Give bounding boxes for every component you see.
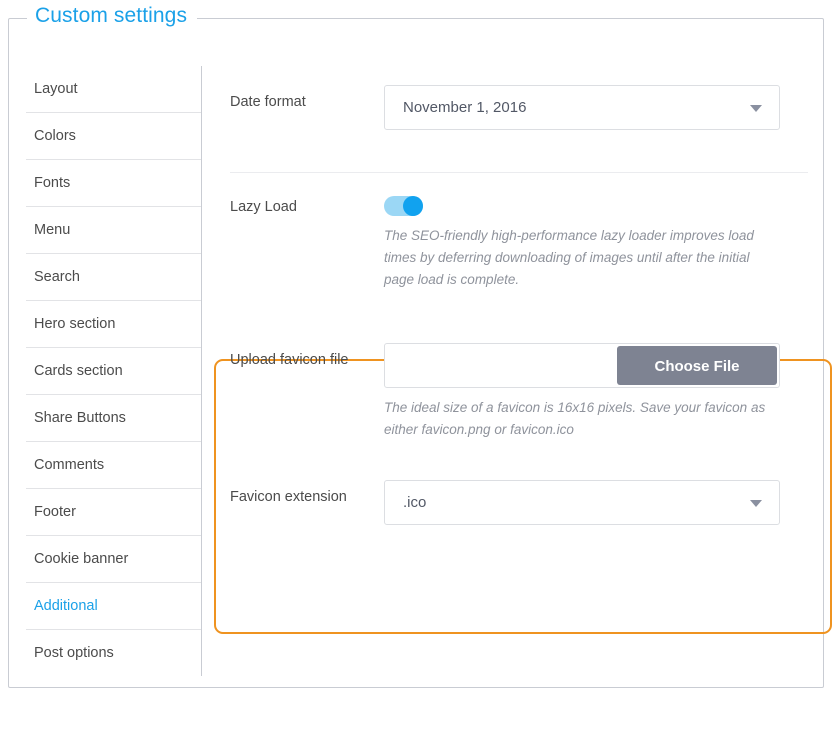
date-format-value: November 1, 2016 — [403, 99, 526, 116]
sidebar-item-layout[interactable]: Layout — [26, 66, 201, 113]
favicon-upload-row: Upload favicon file Choose File The idea… — [202, 343, 822, 441]
sidebar-item-footer[interactable]: Footer — [26, 489, 201, 536]
favicon-extension-select[interactable]: .ico — [384, 480, 780, 525]
sidebar-item-menu[interactable]: Menu — [26, 207, 201, 254]
sidebar-item-label: Additional — [34, 598, 98, 614]
lazy-load-toggle[interactable] — [384, 196, 423, 216]
page-title: Custom settings — [27, 2, 197, 30]
sidebar-item-label: Colors — [34, 128, 76, 144]
favicon-extension-value: .ico — [403, 494, 426, 511]
sidebar-item-search[interactable]: Search — [26, 254, 201, 301]
settings-content: Date format November 1, 2016 Lazy Load T… — [202, 66, 822, 687]
sidebar-item-label: Post options — [34, 645, 114, 661]
date-format-select[interactable]: November 1, 2016 — [384, 85, 780, 130]
toggle-knob — [403, 196, 423, 216]
sidebar-item-comments[interactable]: Comments — [26, 442, 201, 489]
sidebar-item-label: Layout — [34, 81, 78, 97]
sidebar-item-cookie-banner[interactable]: Cookie banner — [26, 536, 201, 583]
chevron-down-icon — [750, 105, 762, 112]
sidebar-item-colors[interactable]: Colors — [26, 113, 201, 160]
lazy-load-help-text: The SEO-friendly high-performance lazy l… — [384, 225, 774, 291]
choose-file-button[interactable]: Choose File — [617, 346, 777, 385]
sidebar-item-label: Share Buttons — [34, 410, 126, 426]
sidebar-item-hero-section[interactable]: Hero section — [26, 301, 201, 348]
lazy-load-row: Lazy Load The SEO-friendly high-performa… — [202, 190, 822, 291]
sidebar-item-label: Cards section — [34, 363, 123, 379]
date-format-field: November 1, 2016 — [384, 85, 822, 130]
date-format-label: Date format — [202, 85, 384, 110]
sidebar-item-label: Footer — [34, 504, 76, 520]
sidebar-item-fonts[interactable]: Fonts — [26, 160, 201, 207]
sidebar-item-label: Cookie banner — [34, 551, 128, 567]
lazy-load-field: The SEO-friendly high-performance lazy l… — [384, 190, 822, 291]
favicon-upload-field: Choose File The ideal size of a favicon … — [384, 343, 822, 441]
sidebar-item-share-buttons[interactable]: Share Buttons — [26, 395, 201, 442]
custom-settings-panel: Custom settings Layout Colors Fonts Menu… — [8, 18, 824, 688]
date-format-row: Date format November 1, 2016 — [202, 85, 822, 130]
sidebar-item-label: Search — [34, 269, 80, 285]
favicon-extension-label: Favicon extension — [202, 480, 384, 505]
favicon-upload-help-text: The ideal size of a favicon is 16x16 pix… — [384, 397, 784, 441]
favicon-extension-row: Favicon extension .ico — [202, 480, 822, 525]
sidebar-item-label: Comments — [34, 457, 104, 473]
favicon-file-input[interactable]: Choose File — [384, 343, 780, 388]
sidebar-item-label: Hero section — [34, 316, 115, 332]
sidebar-item-cards-section[interactable]: Cards section — [26, 348, 201, 395]
lazy-load-label: Lazy Load — [202, 190, 384, 215]
settings-sidebar: Layout Colors Fonts Menu Search Hero sec… — [26, 66, 202, 676]
sidebar-item-label: Menu — [34, 222, 70, 238]
section-divider — [230, 172, 808, 173]
chevron-down-icon — [750, 500, 762, 507]
favicon-extension-field: .ico — [384, 480, 822, 525]
favicon-upload-label: Upload favicon file — [202, 343, 384, 368]
sidebar-item-label: Fonts — [34, 175, 70, 191]
sidebar-item-additional[interactable]: Additional — [26, 583, 201, 630]
sidebar-item-post-options[interactable]: Post options — [26, 630, 201, 676]
